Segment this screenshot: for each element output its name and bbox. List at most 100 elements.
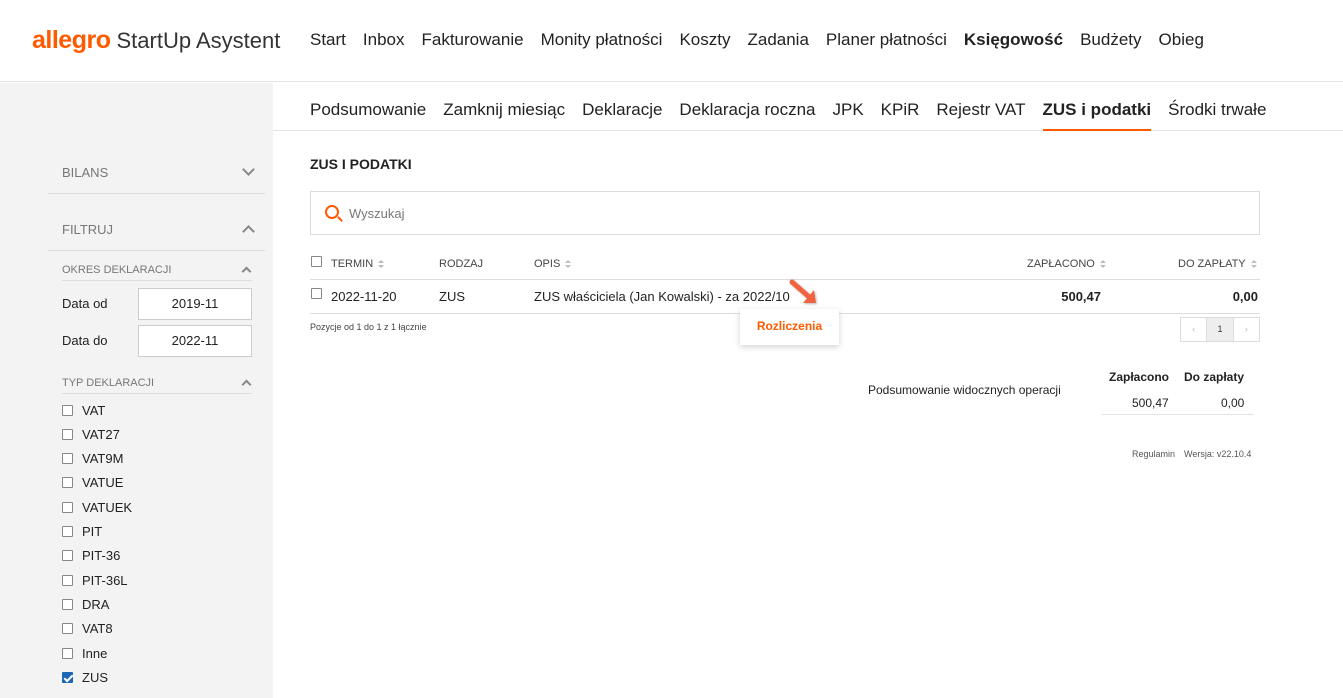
type-label: VATUE bbox=[82, 475, 124, 491]
type-label: PIT bbox=[82, 524, 103, 539]
summary-paid-header: Zapłacono bbox=[1109, 370, 1170, 384]
summary-due-value: 0,00 bbox=[1221, 396, 1245, 410]
nav-item-fakturowanie[interactable]: Fakturowanie bbox=[422, 30, 524, 50]
logo-brand: allegro bbox=[32, 26, 111, 54]
okres-label: OKRES DEKLARACJI bbox=[62, 264, 172, 276]
tab-kpir[interactable]: KPiR bbox=[881, 100, 920, 131]
date-to-input[interactable]: 2022-11 bbox=[138, 325, 252, 357]
tab-deklaracja-roczna[interactable]: Deklaracja roczna bbox=[679, 100, 815, 131]
rozliczenia-popup[interactable]: Rozliczenia bbox=[740, 309, 839, 345]
nav-item-monity[interactable]: Monity płatności bbox=[541, 30, 663, 50]
typ-section[interactable]: TYP DEKLARACJI bbox=[62, 372, 252, 394]
date-to-label: Data do bbox=[62, 333, 108, 348]
tab-zamknij-miesiac[interactable]: Zamknij miesiąc bbox=[443, 100, 565, 131]
nav-item-koszty[interactable]: Koszty bbox=[679, 30, 730, 50]
filtruj-section[interactable]: FILTRUJ bbox=[48, 210, 265, 251]
chevron-down-icon bbox=[242, 163, 255, 176]
prev-page-button[interactable]: ‹ bbox=[1181, 318, 1208, 341]
regulamin-link[interactable]: Regulamin bbox=[1132, 449, 1175, 459]
tab-jpk[interactable]: JPK bbox=[832, 100, 863, 131]
type-option-pit[interactable]: PIT bbox=[62, 523, 102, 541]
date-to-row: Data do 2022-11 bbox=[62, 325, 252, 357]
nav-item-start[interactable]: Start bbox=[310, 30, 346, 50]
type-option-pit-36l[interactable]: PIT-36L bbox=[62, 571, 128, 589]
type-checkbox[interactable] bbox=[62, 501, 73, 513]
table-header: TERMIN RODZAJ OPIS ZAPŁACONO DO ZAPŁATY bbox=[310, 250, 1260, 280]
bilans-section[interactable]: BILANS bbox=[48, 153, 265, 194]
summary-paid-value: 500,47 bbox=[1132, 396, 1169, 410]
sort-icon bbox=[378, 260, 385, 269]
chevron-up-icon bbox=[241, 266, 252, 277]
col-opis-label: OPIS bbox=[534, 258, 561, 270]
type-checkbox[interactable] bbox=[62, 623, 73, 635]
chevron-up-icon bbox=[242, 225, 255, 238]
tab-srodki-trwale[interactable]: Środki trwałe bbox=[1168, 100, 1266, 131]
summary-table: Zapłacono Do zapłaty 500,47 0,00 bbox=[1102, 363, 1254, 415]
type-checkbox[interactable] bbox=[62, 477, 73, 489]
type-checkbox[interactable] bbox=[62, 671, 73, 683]
page-1-button[interactable]: 1 bbox=[1207, 318, 1234, 341]
tab-zus-i-podatki[interactable]: ZUS i podatki bbox=[1042, 100, 1151, 131]
type-checkbox[interactable] bbox=[62, 428, 73, 440]
tab-podsumowanie[interactable]: Podsumowanie bbox=[310, 100, 426, 131]
col-termin-label: TERMIN bbox=[331, 258, 374, 270]
type-checkbox[interactable] bbox=[62, 453, 73, 465]
type-option-inne[interactable]: Inne bbox=[62, 644, 107, 662]
type-option-vat[interactable]: VAT bbox=[62, 401, 105, 419]
type-checkbox[interactable] bbox=[62, 598, 73, 610]
row-checkbox[interactable] bbox=[311, 288, 322, 299]
nav-item-zadania[interactable]: Zadania bbox=[747, 30, 808, 50]
okres-section[interactable]: OKRES DEKLARACJI bbox=[62, 260, 252, 281]
type-label: VAT27 bbox=[82, 426, 120, 442]
next-page-button[interactable]: › bbox=[1234, 318, 1259, 341]
version-label: Wersja: v22.10.4 bbox=[1184, 449, 1252, 459]
sort-icon bbox=[565, 260, 572, 269]
type-option-vatuek[interactable]: VATUEK bbox=[62, 498, 132, 516]
col-do-zaplaty[interactable]: DO ZAPŁATY bbox=[1178, 258, 1257, 270]
page-title: ZUS I PODATKI bbox=[310, 156, 412, 172]
nav-item-budzety[interactable]: Budżety bbox=[1080, 30, 1141, 50]
col-zaplacono[interactable]: ZAPŁACONO bbox=[1027, 258, 1106, 270]
type-option-pit-36[interactable]: PIT-36 bbox=[62, 547, 120, 565]
type-checkbox[interactable] bbox=[62, 550, 73, 562]
nav-item-planer[interactable]: Planer płatności bbox=[826, 30, 947, 50]
type-label: VAT bbox=[82, 402, 106, 418]
select-all-checkbox[interactable] bbox=[311, 256, 322, 267]
search-input[interactable] bbox=[349, 203, 1229, 223]
bilans-label: BILANS bbox=[62, 165, 109, 180]
type-checkbox[interactable] bbox=[62, 404, 73, 416]
date-from-input[interactable]: 2019-11 bbox=[138, 288, 252, 320]
summary-due-header: Do zapłaty bbox=[1184, 370, 1245, 384]
type-option-zus[interactable]: ZUS bbox=[62, 668, 108, 686]
cell-termin: 2022-11-20 bbox=[331, 289, 397, 304]
logo[interactable]: allegro StartUp Asystent bbox=[32, 26, 280, 58]
type-checkbox[interactable] bbox=[62, 647, 73, 659]
type-option-vat9m[interactable]: VAT9M bbox=[62, 450, 123, 468]
type-label: VAT8 bbox=[82, 621, 113, 637]
tab-rejestr-vat[interactable]: Rejestr VAT bbox=[936, 100, 1025, 131]
col-do-zaplaty-label: DO ZAPŁATY bbox=[1178, 258, 1246, 270]
type-checkbox[interactable] bbox=[62, 526, 73, 537]
type-option-vat8[interactable]: VAT8 bbox=[62, 620, 113, 638]
logo-product: StartUp Asystent bbox=[116, 28, 281, 53]
nav-item-ksiegowosc[interactable]: Księgowość bbox=[964, 30, 1063, 50]
search-box[interactable] bbox=[310, 191, 1260, 235]
pager-info: Pozycje od 1 do 1 z 1 łącznie bbox=[310, 322, 427, 332]
col-opis[interactable]: OPIS bbox=[534, 258, 572, 270]
type-label: DRA bbox=[82, 596, 110, 612]
type-checkbox[interactable] bbox=[62, 574, 73, 586]
date-from-label: Data od bbox=[62, 296, 108, 311]
type-option-vatue[interactable]: VATUE bbox=[62, 474, 123, 492]
footer: Regulamin Wersja: v22.10.4 bbox=[1132, 449, 1251, 459]
type-option-vat27[interactable]: VAT27 bbox=[62, 425, 120, 443]
pagination: ‹ 1 › bbox=[1180, 317, 1260, 342]
col-termin[interactable]: TERMIN bbox=[331, 258, 385, 270]
nav-item-obieg[interactable]: Obieg bbox=[1159, 30, 1204, 50]
tab-deklaracje[interactable]: Deklaracje bbox=[582, 100, 662, 131]
type-label: PIT-36 bbox=[82, 548, 121, 564]
top-bar: allegro StartUp Asystent Start Inbox Fak… bbox=[0, 0, 1343, 82]
summary-label: Podsumowanie widocznych operacji bbox=[868, 383, 1061, 397]
cell-zaplacono: 500,47 bbox=[1061, 289, 1101, 304]
nav-item-inbox[interactable]: Inbox bbox=[363, 30, 405, 50]
type-option-dra[interactable]: DRA bbox=[62, 595, 109, 613]
